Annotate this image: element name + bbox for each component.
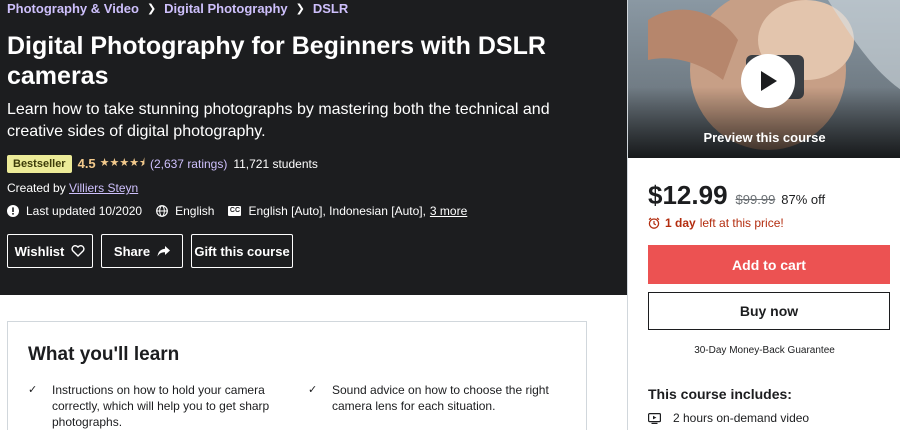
purchase-sidebar: Preview this course $12.99 $99.99 87% of… [627, 0, 900, 430]
created-by: Created by Villiers Steyn [7, 181, 138, 195]
last-updated-text: Last updated 10/2020 [26, 204, 143, 218]
language-text: English [175, 204, 215, 218]
include-item-text: 2 hours on-demand video [673, 411, 810, 425]
author-link[interactable]: Villiers Steyn [69, 181, 138, 195]
bestseller-badge: Bestseller [7, 154, 72, 173]
alert-icon [7, 205, 19, 217]
rating-value: 4.5 [77, 156, 96, 171]
wishlist-label: Wishlist [14, 243, 65, 259]
globe-icon [156, 205, 169, 217]
share-label: Share [113, 243, 151, 259]
course-captions: CC English [Auto], Indonesian [Auto], 3 … [228, 204, 467, 218]
timer-days: 1 day [665, 216, 696, 230]
star-rating-icon: ★★★★⯨ [99, 157, 145, 169]
original-price: $99.99 [735, 192, 776, 207]
check-icon: ✓ [308, 384, 318, 396]
what-you-learn-box: What you'll learn ✓ Instructions on how … [7, 321, 587, 430]
alarm-clock-icon [648, 217, 660, 229]
course-preview-video[interactable]: Preview this course [628, 0, 900, 158]
learn-title: What you'll learn [28, 344, 180, 365]
discount-percent: 87% off [781, 192, 826, 207]
created-by-label: Created by [7, 181, 66, 195]
current-price: $12.99 [648, 180, 728, 210]
course-meta: Last updated 10/2020 English CC English … [7, 204, 481, 218]
add-to-cart-button[interactable]: Add to cart [648, 245, 890, 284]
share-arrow-icon [157, 245, 171, 257]
learn-item-text: Sound advice on how to choose the right … [332, 383, 549, 413]
check-icon: ✓ [28, 384, 38, 396]
breadcrumb-link-photography-video[interactable]: Photography & Video [7, 1, 139, 16]
breadcrumb-link-dslr[interactable]: DSLR [313, 1, 348, 16]
breadcrumb: Photography & Video ❯ Digital Photograph… [7, 1, 348, 16]
heart-icon [71, 245, 85, 257]
captions-text: English [Auto], Indonesian [Auto], [248, 204, 426, 218]
last-updated: Last updated 10/2020 [7, 204, 142, 218]
closed-captions-icon: CC [228, 206, 242, 216]
header-actions: Wishlist Share Gift this course [7, 234, 301, 268]
money-back-guarantee: 30-Day Money-Back Guarantee [694, 345, 835, 356]
student-count: 11,721 students [233, 156, 318, 171]
wishlist-button[interactable]: Wishlist [7, 234, 93, 268]
learn-item: ✓ Sound advice on how to choose the righ… [308, 382, 568, 414]
rating-row: Bestseller 4.5 ★★★★⯨ (2,637 ratings) 11,… [7, 154, 318, 173]
video-monitor-icon [648, 412, 661, 424]
learn-item-text: Instructions on how to hold your camera … [52, 383, 270, 429]
captions-more-link[interactable]: 3 more [430, 204, 467, 218]
gift-course-button[interactable]: Gift this course [191, 234, 293, 268]
chevron-right-icon: ❯ [295, 3, 305, 15]
course-language: English [156, 204, 214, 218]
chevron-right-icon: ❯ [146, 3, 157, 15]
preview-label: Preview this course [703, 130, 826, 145]
course-title: Digital Photography for Beginners with D… [7, 32, 546, 90]
share-button[interactable]: Share [101, 234, 183, 268]
timer-text: left at this price! [699, 216, 784, 230]
price-row: $12.99 $99.99 87% off [648, 180, 825, 211]
learn-item: ✓ Instructions on how to hold your camer… [28, 382, 288, 430]
include-item: 2 hours on-demand video [648, 411, 809, 425]
play-icon[interactable] [741, 54, 795, 108]
course-subtitle: Learn how to take stunning photographs b… [7, 101, 550, 140]
buy-now-button[interactable]: Buy now [648, 292, 890, 330]
price-timer: 1 day left at this price! [648, 216, 784, 230]
includes-title: This course includes: [648, 386, 792, 402]
rating-count-link[interactable]: (2,637 ratings) [150, 157, 227, 171]
breadcrumb-link-digital-photography[interactable]: Digital Photography [164, 1, 288, 16]
